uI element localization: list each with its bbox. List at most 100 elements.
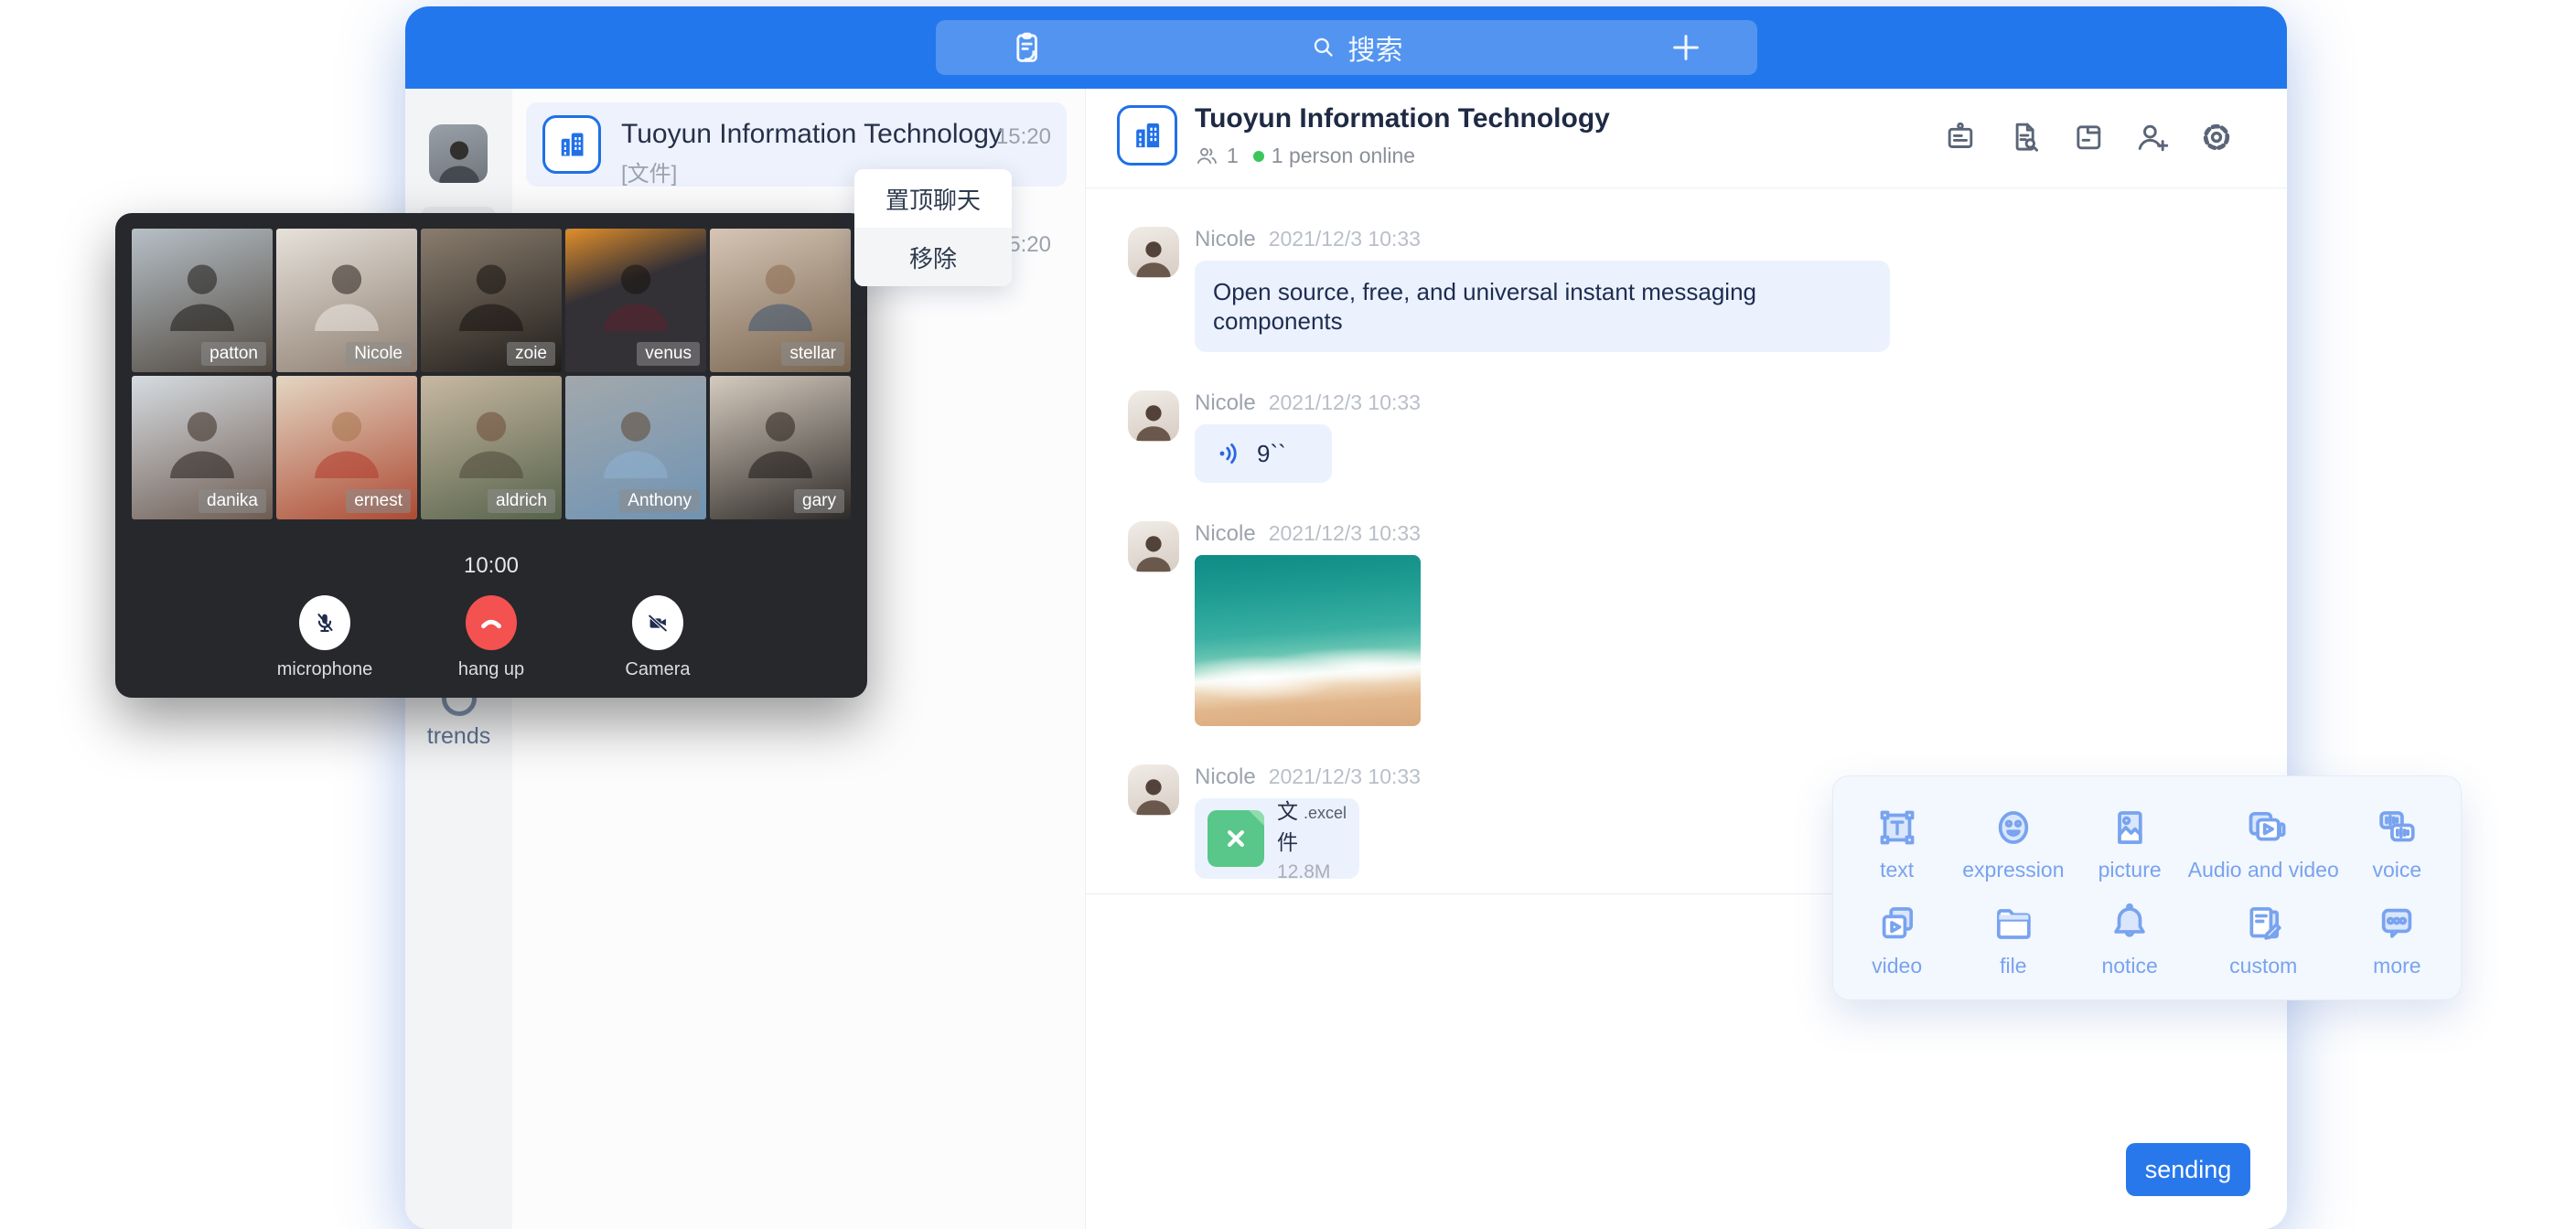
hang-up-label: hang up bbox=[458, 659, 524, 680]
building-icon bbox=[553, 126, 590, 163]
audio-video-icon bbox=[2238, 803, 2288, 852]
microphone-label: microphone bbox=[277, 659, 373, 680]
feature-video[interactable]: video bbox=[1839, 891, 1955, 987]
voice-message-bubble[interactable]: 9`` bbox=[1195, 424, 1332, 483]
send-button[interactable]: sending bbox=[2126, 1143, 2250, 1196]
conversation-title: Tuoyun Information Technology bbox=[621, 119, 1003, 150]
send-image-button[interactable] bbox=[1245, 909, 1280, 944]
input-toolbar bbox=[1124, 909, 1582, 944]
participant-name: gary bbox=[794, 489, 844, 513]
image-message-thumbnail[interactable] bbox=[1195, 555, 1421, 726]
send-video-button[interactable] bbox=[1305, 909, 1340, 944]
add-member-button[interactable] bbox=[2133, 118, 2172, 156]
emoji-button[interactable] bbox=[1124, 909, 1159, 944]
sender-avatar[interactable] bbox=[1128, 764, 1179, 816]
current-user-avatar[interactable] bbox=[429, 124, 488, 183]
notify-button[interactable] bbox=[1547, 909, 1582, 944]
group-avatar bbox=[1117, 105, 1177, 166]
video-stack-icon bbox=[1873, 899, 1922, 948]
feature-custom[interactable]: custom bbox=[2188, 891, 2339, 987]
menu-item-pin-chat[interactable]: 置顶聊天 bbox=[854, 169, 1012, 228]
feature-label: video bbox=[1872, 954, 1922, 978]
person-silhouette-icon bbox=[741, 400, 820, 478]
person-silhouette-icon bbox=[307, 252, 386, 331]
microphone-muted-icon bbox=[311, 609, 338, 636]
person-silhouette-icon bbox=[1132, 399, 1175, 441]
search-icon bbox=[1308, 32, 1339, 63]
voice-wave-icon bbox=[1215, 438, 1246, 469]
participant-name: ernest bbox=[346, 489, 411, 513]
video-tile: aldrich bbox=[421, 376, 562, 519]
settings-button[interactable] bbox=[2197, 118, 2236, 156]
sender-avatar[interactable] bbox=[1128, 521, 1179, 572]
feature-notice[interactable]: notice bbox=[2072, 891, 2188, 987]
video-tile: gary bbox=[710, 376, 851, 519]
feature-picture[interactable]: picture bbox=[2072, 795, 2188, 891]
feature-audio-video[interactable]: Audio and video bbox=[2188, 795, 2339, 891]
message-time: 2021/12/3 10:33 bbox=[1269, 390, 1421, 415]
search-bar[interactable]: 搜索 bbox=[936, 20, 1757, 75]
hang-up-icon bbox=[476, 607, 507, 638]
person-silhouette-icon bbox=[1132, 529, 1175, 572]
participant-name: danika bbox=[199, 489, 266, 513]
microphone-button[interactable] bbox=[299, 595, 350, 650]
announcement-button[interactable] bbox=[1941, 118, 1980, 156]
person-silhouette-icon bbox=[163, 252, 242, 331]
online-status: 1 person online bbox=[1272, 144, 1415, 168]
voice-bubbles-icon bbox=[2372, 803, 2421, 852]
video-tile: danika bbox=[132, 376, 273, 519]
conversation-context-menu: 置顶聊天 移除 bbox=[854, 169, 1012, 286]
file-info: 文件 .excel 12.8M bbox=[1277, 794, 1347, 883]
person-silhouette-icon bbox=[1132, 773, 1175, 815]
person-silhouette-icon bbox=[741, 252, 820, 331]
message-head: Nicole 2021/12/3 10:33 bbox=[1195, 227, 1890, 252]
message-image: Nicole 2021/12/3 10:33 bbox=[1128, 521, 2287, 726]
chat-history-search-button[interactable] bbox=[2005, 118, 2044, 156]
contact-card-button[interactable] bbox=[1366, 909, 1401, 944]
file-message-bubble[interactable]: 文件 .excel 12.8M bbox=[1195, 798, 1359, 879]
feature-text[interactable]: text bbox=[1839, 795, 1955, 891]
menu-item-remove[interactable]: 移除 bbox=[854, 228, 1012, 286]
member-count: 1 bbox=[1227, 144, 1239, 168]
video-call-button[interactable] bbox=[1487, 909, 1521, 944]
sender-avatar[interactable] bbox=[1128, 390, 1179, 442]
person-silhouette-icon bbox=[596, 252, 675, 331]
person-silhouette-icon bbox=[1132, 235, 1175, 277]
top-bar: 搜索 bbox=[405, 6, 2287, 89]
video-tile: patton bbox=[132, 229, 273, 372]
bell-icon bbox=[2105, 899, 2154, 948]
hang-up-button[interactable] bbox=[466, 595, 517, 650]
group-file-button[interactable] bbox=[2069, 118, 2108, 156]
more-bubble-icon bbox=[2372, 899, 2421, 948]
file-extension: .excel bbox=[1304, 804, 1347, 823]
add-button[interactable] bbox=[1666, 27, 1706, 68]
search-input[interactable]: 搜索 bbox=[1308, 27, 1403, 68]
message-head: Nicole 2021/12/3 10:33 bbox=[1195, 390, 1421, 416]
person-silhouette-icon bbox=[435, 134, 484, 183]
custom-doc-pencil-icon bbox=[2238, 899, 2288, 948]
camera-muted-icon bbox=[644, 609, 671, 636]
screenshot-button[interactable] bbox=[1185, 909, 1219, 944]
feature-expression[interactable]: expression bbox=[1955, 795, 2071, 891]
camera-button[interactable] bbox=[632, 595, 683, 650]
feature-file[interactable]: file bbox=[1955, 891, 2071, 987]
smiley-icon bbox=[1989, 803, 2038, 852]
conversation-last-message: [文件] bbox=[621, 155, 677, 187]
participant-name: venus bbox=[637, 342, 700, 366]
announcement-icon bbox=[1941, 118, 1980, 156]
video-tile: venus bbox=[565, 229, 706, 372]
feature-more[interactable]: more bbox=[2339, 891, 2455, 987]
feature-voice[interactable]: voice bbox=[2339, 795, 2455, 891]
message-time: 2021/12/3 10:33 bbox=[1269, 521, 1421, 546]
sender-avatar[interactable] bbox=[1128, 227, 1179, 278]
camera-control: Camera bbox=[603, 595, 713, 680]
order-list-button[interactable] bbox=[1007, 28, 1046, 67]
sender-name: Nicole bbox=[1195, 390, 1256, 416]
feature-label: file bbox=[2000, 954, 2026, 978]
feature-label: expression bbox=[1962, 858, 2064, 882]
video-tile: zoie bbox=[421, 229, 562, 372]
send-file-button[interactable] bbox=[1426, 909, 1461, 944]
person-silhouette-icon bbox=[452, 400, 531, 478]
participant-name: Anthony bbox=[619, 489, 700, 513]
chat-header-actions bbox=[1941, 118, 2236, 156]
